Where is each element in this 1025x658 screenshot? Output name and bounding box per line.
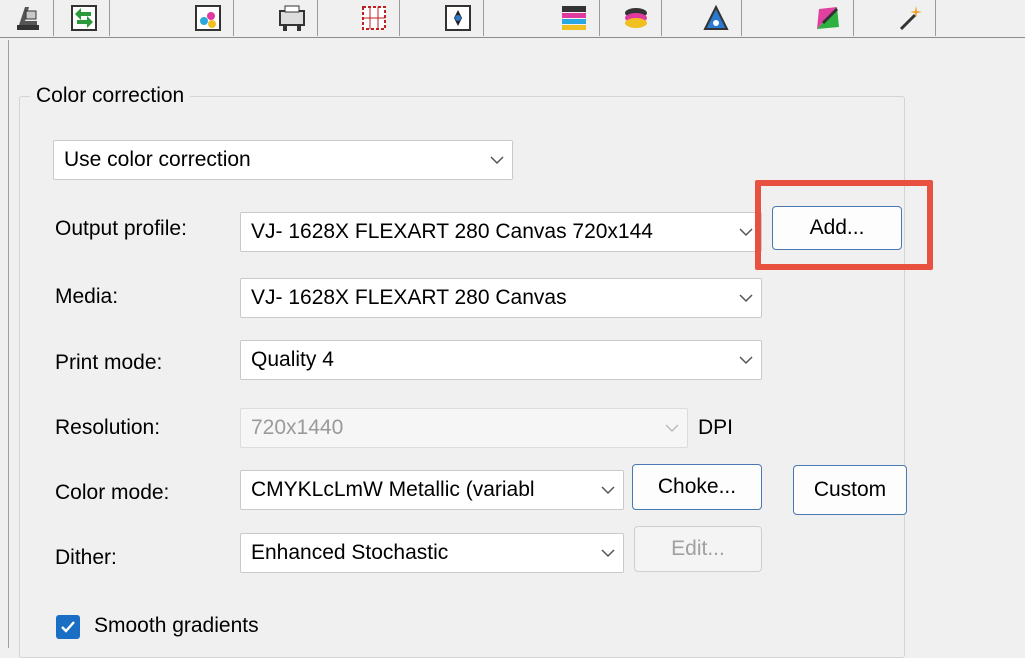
dpi-unit-label: DPI [698, 416, 734, 439]
output-profile-label: Output profile: [55, 217, 187, 240]
color-ink-icon[interactable] [182, 0, 234, 36]
chevron-down-icon [657, 409, 687, 447]
dither-value: Enhanced Stochastic [251, 541, 449, 564]
chevron-down-icon [731, 341, 761, 379]
color-mode-label: Color mode: [55, 481, 170, 504]
color-mode-select[interactable]: CMYKLcLmW Metallic (variabl [240, 470, 624, 510]
dither-select[interactable]: Enhanced Stochastic [240, 533, 624, 573]
checkmark-icon [61, 621, 75, 633]
profile-triangle-icon[interactable] [690, 0, 742, 36]
chevron-down-icon [731, 279, 761, 317]
media-label: Media: [55, 285, 119, 308]
printer-setup-icon[interactable] [2, 0, 54, 36]
highlight-box [755, 180, 933, 270]
color-correction-select[interactable]: Use color correction [53, 140, 513, 180]
ink-stack-icon[interactable] [610, 0, 662, 36]
color-correction-value: Use color correction [64, 148, 251, 171]
chevron-down-icon [482, 141, 512, 179]
dither-label: Dither: [55, 546, 117, 569]
output-profile-value: VJ- 1628X FLEXART 280 Canvas 720x144 [251, 220, 653, 243]
job-transfer-icon[interactable] [58, 0, 110, 36]
custom-button[interactable]: Custom [793, 465, 907, 515]
toolbar [0, 0, 1025, 38]
resolution-value: 720x1440 [251, 416, 344, 439]
marks-grid-icon[interactable] [348, 0, 400, 36]
color-picker-icon[interactable] [802, 0, 854, 36]
printer-queue-icon[interactable] [266, 0, 318, 36]
edit-dither-button: Edit... [634, 526, 762, 572]
choke-button[interactable]: Choke... [632, 464, 762, 510]
smooth-gradients-checkbox[interactable] [56, 615, 80, 639]
resolution-label: Resolution: [55, 416, 161, 439]
media-value: VJ- 1628X FLEXART 280 Canvas [251, 286, 567, 309]
print-mode-label: Print mode: [55, 351, 163, 374]
media-select[interactable]: VJ- 1628X FLEXART 280 Canvas [240, 278, 762, 318]
group-title: Color correction [30, 84, 191, 108]
print-mode-value: Quality 4 [251, 348, 334, 371]
print-mode-select[interactable]: Quality 4 [240, 340, 762, 380]
output-profile-select[interactable]: VJ- 1628X FLEXART 280 Canvas 720x144 [240, 212, 762, 252]
resolution-select: 720x1440 [240, 408, 688, 448]
color-bars-icon[interactable] [548, 0, 600, 36]
layout-target-icon[interactable] [432, 0, 484, 36]
magic-wand-icon[interactable] [884, 0, 936, 36]
toolbar-divider [0, 37, 1025, 38]
smooth-gradients-label[interactable]: Smooth gradients [94, 614, 259, 638]
chevron-down-icon [593, 534, 623, 572]
chevron-down-icon [593, 471, 623, 509]
color-mode-value: CMYKLcLmW Metallic (variabl [251, 478, 535, 501]
